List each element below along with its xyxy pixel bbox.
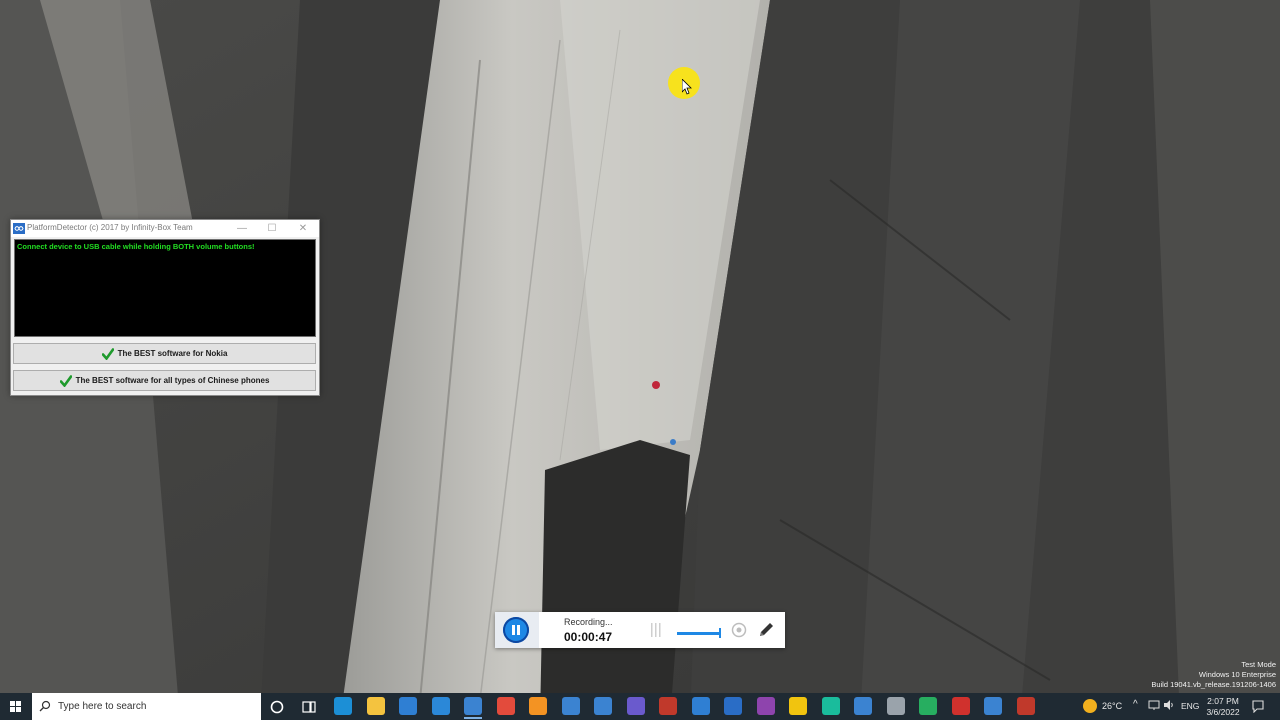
volume-slider[interactable] — [677, 632, 721, 635]
minimize-button[interactable]: — — [227, 220, 257, 237]
pause-button[interactable] — [503, 617, 529, 643]
search-placeholder: Type here to search — [58, 701, 147, 712]
platform-detector-window: PlatformDetector (c) 2017 by Infinity-Bo… — [10, 219, 320, 396]
app-icon[interactable] — [821, 697, 840, 715]
show-hidden-icons-button[interactable]: ^ — [1133, 699, 1138, 710]
console-message: Connect device to USB cable while holdin… — [17, 242, 255, 251]
infinity-app-icon[interactable] — [594, 697, 612, 715]
watermark-line: Build 19041.vb_release.191206-1406 — [1151, 680, 1276, 689]
cortana-icon[interactable] — [268, 698, 286, 716]
recording-status: Recording... — [564, 617, 613, 627]
notification-center-icon[interactable] — [1251, 699, 1265, 713]
volume-slider-handle[interactable] — [719, 628, 721, 638]
grip-icon[interactable] — [650, 623, 662, 637]
infinity-app-icon[interactable] — [854, 697, 872, 715]
mail-icon[interactable] — [431, 697, 450, 715]
app-icon[interactable] — [724, 697, 742, 715]
pause-icon — [512, 625, 515, 635]
checkmark-icon — [59, 374, 72, 387]
recording-timer: 00:00:47 — [564, 630, 613, 644]
volume-icon[interactable] — [1163, 699, 1175, 711]
settings-icon[interactable] — [691, 697, 710, 715]
taskbar-search-box[interactable]: Type here to search — [32, 693, 261, 720]
infinity-app-icon[interactable] — [984, 697, 1002, 715]
pause-icon — [517, 625, 520, 635]
clock-date[interactable]: 3/6/2022 — [1203, 707, 1243, 717]
pen-icon[interactable] — [757, 621, 775, 639]
test-mode-watermark: Test Mode Windows 10 Enterprise Build 19… — [1151, 660, 1276, 690]
search-icon — [39, 700, 51, 712]
search-app-icon[interactable] — [529, 697, 547, 715]
maximize-button[interactable]: ☐ — [257, 220, 287, 237]
app-icon[interactable] — [1016, 697, 1035, 715]
app-icon[interactable] — [789, 697, 807, 715]
chinese-phones-button-label: The BEST software for all types of Chine… — [75, 376, 270, 385]
infinity-app-icon[interactable] — [561, 697, 580, 715]
taskbar: Type here to search 26°C ^ ENG 2:07 PM 3… — [0, 693, 1280, 720]
input-language[interactable]: ENG — [1181, 701, 1199, 711]
webcam-icon[interactable] — [731, 622, 747, 638]
watermark-line: Windows 10 Enterprise — [1198, 670, 1276, 679]
chrome-icon[interactable] — [496, 697, 515, 715]
watermark-line: Test Mode — [1241, 660, 1276, 669]
close-button[interactable]: ✕ — [288, 220, 318, 237]
app-icon[interactable] — [626, 697, 645, 715]
weather-temperature[interactable]: 26°C — [1102, 701, 1122, 711]
weather-icon[interactable] — [1083, 699, 1097, 713]
mouse-cursor-icon — [682, 79, 692, 95]
app-icon[interactable] — [659, 697, 677, 715]
infinity-app-icon — [13, 223, 25, 234]
file-explorer-icon[interactable] — [366, 697, 385, 715]
task-view-icon[interactable] — [300, 698, 318, 716]
network-icon[interactable] — [1148, 699, 1160, 711]
clock-time[interactable]: 2:07 PM — [1203, 696, 1243, 706]
chinese-phones-software-button[interactable]: The BEST software for all types of Chine… — [13, 370, 316, 391]
app-icon[interactable] — [919, 697, 937, 715]
title-bar[interactable]: PlatformDetector (c) 2017 by Infinity-Bo… — [11, 220, 319, 237]
nokia-button-label: The BEST software for Nokia — [117, 349, 228, 358]
screen-recorder-toolbar: Recording... 00:00:47 — [495, 612, 785, 648]
console-output: Connect device to USB cable while holdin… — [14, 239, 316, 337]
tool-icon[interactable] — [886, 697, 905, 715]
nokia-software-button[interactable]: The BEST software for Nokia — [13, 343, 316, 364]
checkmark-icon — [101, 347, 114, 360]
app-icon[interactable] — [951, 697, 970, 715]
infinity-app-icon[interactable] — [464, 697, 482, 719]
store-icon[interactable] — [399, 697, 417, 715]
recorder-pause-area — [495, 612, 539, 648]
window-title: PlatformDetector (c) 2017 by Infinity-Bo… — [27, 223, 193, 232]
app-icon[interactable] — [756, 697, 775, 715]
windows-start-button[interactable] — [0, 693, 32, 720]
edge-icon[interactable] — [334, 697, 352, 715]
